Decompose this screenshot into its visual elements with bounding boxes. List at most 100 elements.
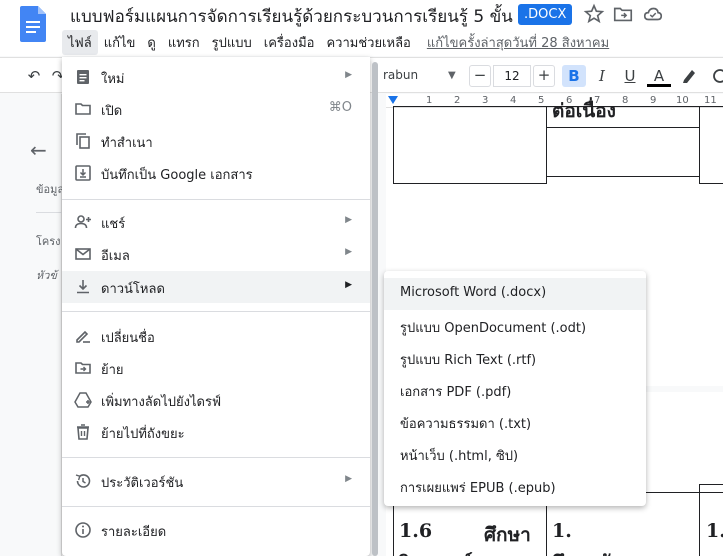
menu-item-copy[interactable]: ทำสำเนา	[62, 125, 370, 157]
menu-item-save-as-google-docs[interactable]: บันทึกเป็น Google เอกสาร	[62, 157, 370, 189]
menu-item-label: แชร์	[101, 217, 126, 232]
menu-divider	[62, 199, 370, 200]
ruler-mark: 2	[454, 95, 461, 106]
move-icon	[75, 362, 91, 374]
move-folder-icon[interactable]	[612, 3, 634, 25]
menu-insert[interactable]: แทรก	[162, 30, 206, 55]
download-docx[interactable]: Microsoft Word (.docx)	[384, 278, 646, 310]
menu-item-email[interactable]: อีเมล ▶	[62, 238, 370, 270]
ruler-mark: 1	[426, 95, 433, 106]
menu-item-rename[interactable]: เปลี่ยนชื่อ	[62, 320, 370, 352]
menu-item-move-to-trash[interactable]: ย้ายไปที่ถังขยะ	[62, 416, 370, 448]
download-odt[interactable]: รูปแบบ OpenDocument (.odt)	[384, 310, 646, 342]
ruler-mark: 4	[510, 95, 517, 106]
submenu-item-label: หน้าเว็บ (.html, ซิป)	[400, 449, 519, 464]
back-arrow-icon[interactable]: ←	[30, 138, 47, 162]
cell-text: ต่อเนื่อง	[552, 100, 616, 122]
menu-item-label: เปลี่ยนชื่อ	[101, 331, 155, 346]
italic-button[interactable]: I	[590, 65, 614, 87]
cell-text: วิเคราะห์	[399, 548, 472, 556]
menu-item-version-history[interactable]: ประวัติเวอร์ชัน ▶	[62, 465, 370, 497]
submenu-arrow-icon: ▶	[345, 247, 352, 257]
menu-item-open[interactable]: เปิด ⌘O	[62, 93, 370, 125]
link-icon[interactable]	[710, 66, 723, 86]
doc-icon	[77, 70, 89, 84]
undo-icon[interactable]: ↶	[24, 66, 44, 86]
mail-icon	[75, 248, 91, 260]
download-epub[interactable]: การเผยแพร่ EPUB (.epub)	[384, 470, 646, 502]
ruler-mark: 11	[704, 95, 717, 106]
save-as-icon	[75, 165, 91, 181]
cell-text: 1.	[706, 520, 723, 542]
document-title[interactable]: แบบฟอร์มแผนการจัดการเรียนรู้ด้วยกระบวนกา…	[70, 3, 513, 30]
submenu-item-label: การเผยแพร่ EPUB (.epub)	[400, 481, 556, 496]
last-edit-link[interactable]: แก้ไขครั้งล่าสุดวันที่ 28 สิงหาคม	[427, 32, 609, 53]
menu-item-label: ทำสำเนา	[101, 136, 153, 151]
menu-item-new[interactable]: ใหม่ ▶	[62, 61, 370, 93]
file-menu: ใหม่ ▶ เปิด ⌘O ทำสำเนา บันทึกเป็น Google…	[62, 57, 370, 556]
menu-item-details[interactable]: รายละเอียด	[62, 514, 370, 546]
menu-file[interactable]: ไฟล์	[62, 29, 98, 55]
table-cell	[699, 106, 723, 184]
star-icon[interactable]	[583, 3, 605, 25]
submenu-item-label: รูปแบบ OpenDocument (.odt)	[400, 321, 587, 336]
ruler-mark: 8	[622, 95, 629, 106]
ruler-mark: 3	[482, 95, 489, 106]
person-add-icon	[74, 215, 91, 229]
cloud-saved-icon[interactable]	[642, 3, 664, 25]
menu-item-share[interactable]: แชร์ ▶	[62, 206, 370, 238]
menu-item-label: รายละเอียด	[101, 525, 167, 540]
menu-item-label: เพิ่มทางลัดไปยังไดรฟ์	[101, 395, 222, 410]
cell-text: 1.	[552, 520, 572, 542]
menu-view[interactable]: ดู	[141, 30, 161, 55]
chevron-down-icon[interactable]: ▼	[448, 70, 456, 81]
menu-item-shortcut: ⌘O	[328, 100, 352, 115]
copy-icon	[76, 133, 90, 149]
bold-button[interactable]: B	[562, 65, 586, 87]
increase-font-size-button[interactable]: +	[533, 65, 555, 87]
submenu-item-label: ข้อความธรรมดา (.txt)	[400, 417, 532, 432]
menu-bar: ไฟล์ แก้ไข ดู แทรก รูปแบบ เครื่องมือ ควา…	[62, 29, 609, 55]
download-txt[interactable]: ข้อความธรรมดา (.txt)	[384, 406, 646, 438]
scrollbar-thumb[interactable]	[372, 62, 378, 556]
menu-item-move[interactable]: ย้าย	[62, 352, 370, 384]
table-cell	[546, 127, 700, 177]
menu-help[interactable]: ความช่วยเหลือ	[320, 30, 416, 55]
submenu-item-label: เอกสาร PDF (.pdf)	[400, 385, 512, 400]
menu-item-add-shortcut-to-drive[interactable]: เพิ่มทางลัดไปยังไดรฟ์	[62, 384, 370, 416]
download-pdf[interactable]: เอกสาร PDF (.pdf)	[384, 374, 646, 406]
submenu-item-label: Microsoft Word (.docx)	[400, 285, 547, 300]
menu-divider	[62, 506, 370, 507]
google-docs-logo-icon[interactable]	[20, 6, 46, 42]
menu-divider	[62, 457, 370, 458]
table-cell	[699, 484, 723, 493]
outline-heading[interactable]: โครง	[36, 232, 61, 250]
menu-item-label: ย้ายไปที่ถังขยะ	[101, 427, 185, 442]
menu-item-download[interactable]: ดาวน์โหลด ▶	[62, 271, 370, 303]
highlight-pen-icon[interactable]	[679, 66, 699, 86]
menu-divider	[62, 311, 370, 312]
menu-item-label: อีเมล	[101, 249, 130, 264]
menu-edit[interactable]: แก้ไข	[98, 30, 142, 55]
download-rtf[interactable]: รูปแบบ Rich Text (.rtf)	[384, 342, 646, 374]
submenu-arrow-icon: ▶	[345, 70, 352, 80]
decrease-font-size-button[interactable]: −	[469, 65, 491, 87]
text-color-button[interactable]: A	[647, 65, 671, 87]
ruler-mark: 9	[650, 95, 657, 106]
submenu-arrow-icon: ▶	[345, 215, 352, 225]
outline-heading[interactable]: หัวข้	[36, 266, 57, 284]
download-submenu: Microsoft Word (.docx) รูปแบบ OpenDocume…	[384, 271, 646, 506]
menu-tools[interactable]: เครื่องมือ	[258, 30, 321, 55]
indent-marker-icon[interactable]	[388, 96, 398, 105]
app-header: แบบฟอร์มแผนการจัดการเรียนรู้ด้วยกระบวนกา…	[0, 0, 723, 56]
ruler-mark: 10	[676, 95, 689, 106]
font-size-input[interactable]: 12	[493, 65, 531, 87]
cell-text: ศึกษาลักษณะ	[552, 548, 662, 556]
menu-scrollbar[interactable]	[372, 62, 380, 556]
download-html[interactable]: หน้าเว็บ (.html, ซิป)	[384, 438, 646, 470]
table-cell	[393, 106, 547, 184]
underline-button[interactable]: U	[618, 65, 642, 87]
font-name-dropdown[interactable]: rabun	[383, 68, 418, 82]
menu-format[interactable]: รูปแบบ	[206, 30, 258, 55]
folder-icon	[75, 103, 91, 115]
